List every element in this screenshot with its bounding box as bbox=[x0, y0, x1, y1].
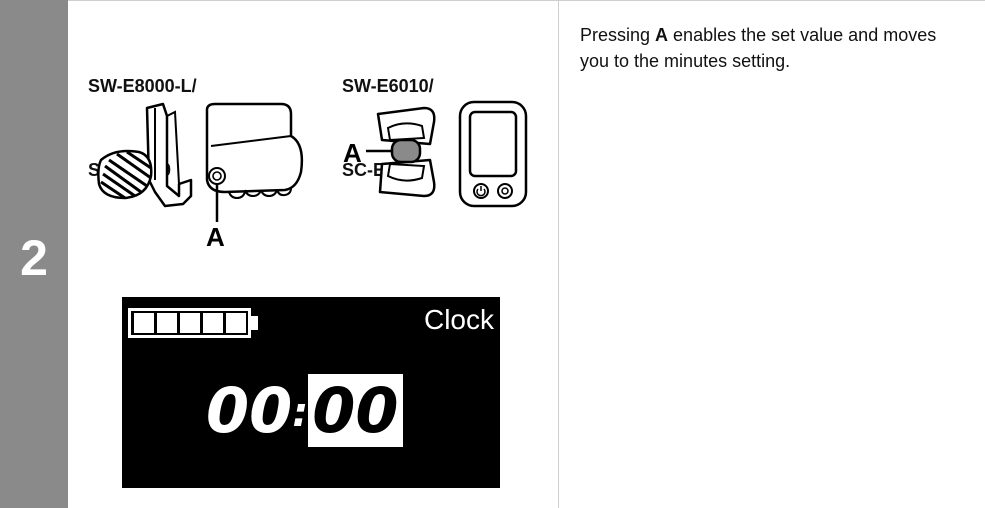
clock-time: 00:00 bbox=[206, 374, 403, 449]
top-rule bbox=[0, 0, 985, 1]
step-number: 2 bbox=[20, 230, 48, 286]
callout-a-right: A bbox=[343, 138, 362, 168]
step-bar: 2 bbox=[0, 0, 68, 508]
shift-paddle bbox=[97, 149, 153, 200]
clock-hours: 00 bbox=[206, 374, 293, 447]
battery-icon bbox=[128, 308, 258, 338]
cycle-computer-display: Clock 00:00 bbox=[122, 297, 500, 488]
instruction-text: Pressing A enables the set value and mov… bbox=[580, 22, 960, 74]
model-label-e6010-line1: SW-E6010/ bbox=[342, 76, 434, 96]
instruction-pre: Pressing bbox=[580, 25, 656, 45]
column-divider bbox=[558, 0, 559, 508]
instruction-key: A bbox=[655, 25, 669, 45]
clock-separator: : bbox=[292, 390, 309, 436]
display-mode-label: Clock bbox=[423, 304, 494, 335]
sw-e8000-switch-illustration bbox=[97, 102, 304, 222]
sw-e6010-switch-illustration bbox=[366, 100, 528, 208]
button-a-inner bbox=[212, 171, 222, 181]
button-a-grey bbox=[390, 138, 422, 164]
shift-lever-body bbox=[145, 102, 193, 208]
mode-button-icon bbox=[497, 183, 513, 199]
callout-a-left: A bbox=[206, 222, 225, 252]
clock-minutes-selected: 00 bbox=[308, 374, 403, 447]
